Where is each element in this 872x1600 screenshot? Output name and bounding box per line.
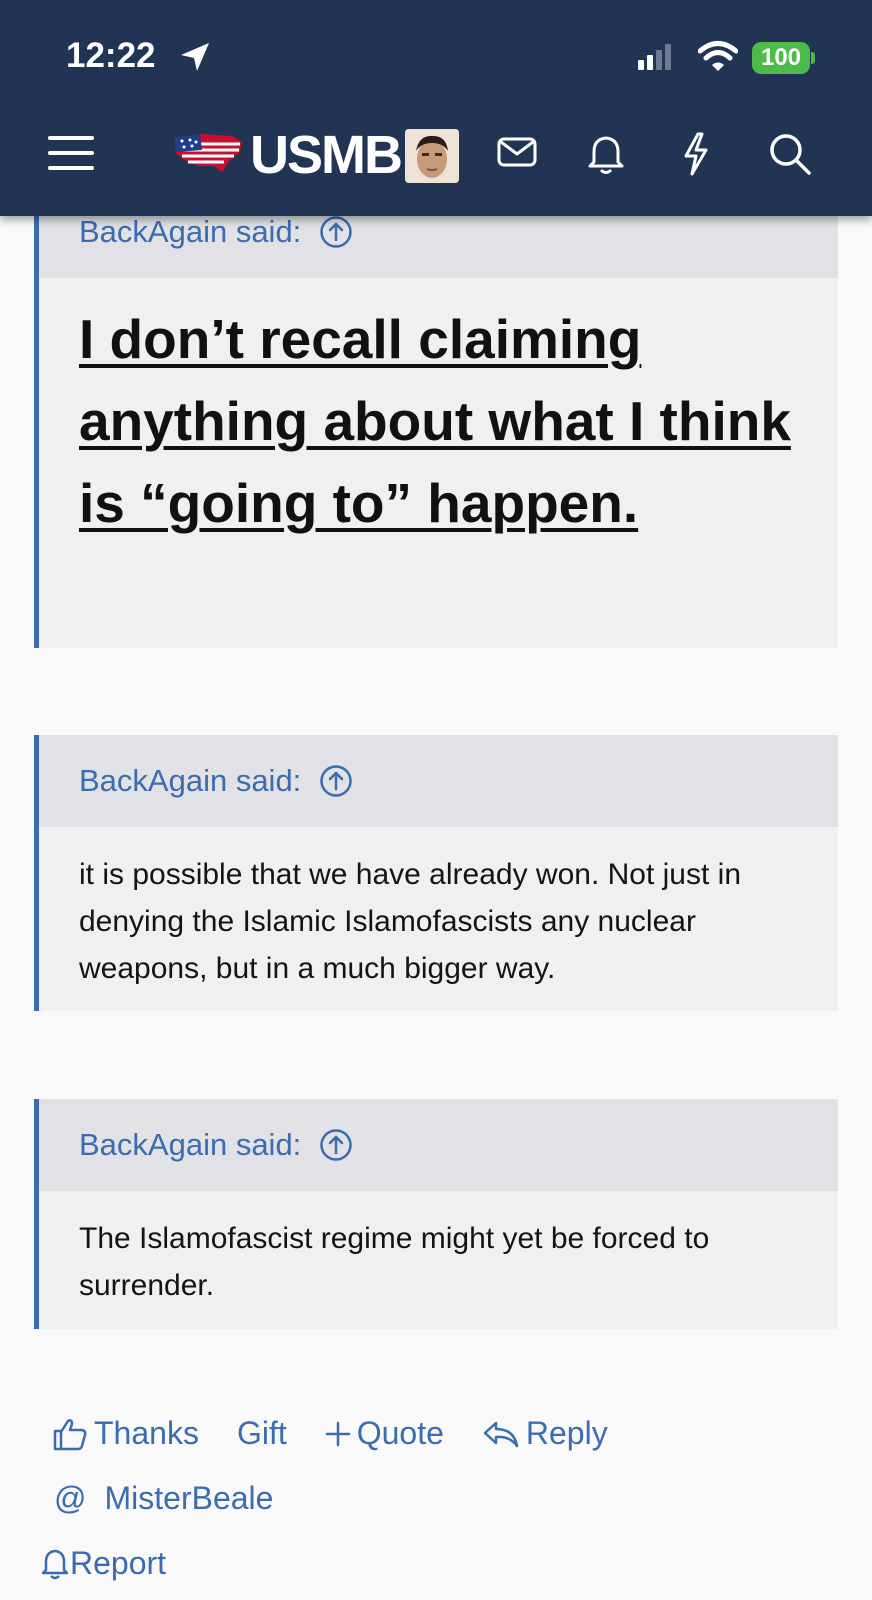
quote-body: The Islamofascist regime might yet be fo…	[39, 1191, 838, 1335]
mention-label: MisterBeale	[104, 1480, 274, 1516]
status-time: 12:22	[66, 36, 156, 75]
thanks-label: Thanks	[94, 1415, 199, 1451]
wifi-icon	[698, 41, 738, 71]
quote-header[interactable]: BackAgain said:	[39, 735, 838, 827]
quote-body: I don’t recall claiming anything about w…	[39, 278, 838, 570]
us-flag-map-icon[interactable]	[170, 128, 246, 176]
quote-text: it is possible that we have already won.…	[79, 858, 742, 985]
site-logo[interactable]: USMB	[250, 124, 403, 186]
mail-icon[interactable]	[496, 132, 538, 172]
battery-indicator: 100	[752, 42, 810, 74]
plus-icon	[325, 1421, 350, 1446]
quote-header[interactable]: BackAgain said:	[39, 1099, 838, 1191]
quote-block: BackAgain said: I don’t recall claiming …	[34, 186, 838, 648]
avatar-image	[405, 129, 459, 183]
lightning-icon[interactable]	[680, 132, 712, 176]
report-bell-icon	[41, 1549, 69, 1579]
jump-to-quote-icon[interactable]	[319, 215, 353, 249]
quote-block: BackAgain said: The Islamofascist regime…	[34, 1099, 838, 1329]
quote-author[interactable]: BackAgain said:	[79, 763, 301, 799]
post-actions: Thanks Gift Quote Reply	[52, 1415, 646, 1452]
report-button[interactable]: Report	[40, 1545, 166, 1582]
location-arrow-icon	[181, 43, 209, 71]
quote-text: The Islamofascist regime might yet be fo…	[79, 1222, 710, 1302]
gift-label: Gift	[236, 1415, 287, 1451]
report-label: Report	[70, 1545, 167, 1581]
search-icon[interactable]	[768, 132, 812, 176]
thanks-button[interactable]: Thanks	[52, 1415, 199, 1452]
user-avatar[interactable]	[405, 129, 459, 183]
reply-icon	[483, 1421, 519, 1447]
jump-to-quote-icon[interactable]	[319, 764, 353, 798]
quote-text: I don’t recall claiming anything about w…	[79, 308, 791, 534]
gift-button[interactable]: Gift	[237, 1415, 287, 1452]
jump-to-quote-icon[interactable]	[319, 1128, 353, 1162]
quote-author[interactable]: BackAgain said:	[79, 214, 301, 250]
quote-label: Quote	[356, 1415, 444, 1451]
at-sign-icon: @	[54, 1480, 87, 1516]
mention-button[interactable]: @ MisterBeale	[54, 1480, 273, 1517]
hamburger-menu-icon[interactable]	[48, 134, 94, 172]
bell-icon[interactable]	[586, 132, 626, 176]
reply-label: Reply	[525, 1415, 608, 1451]
thumbs-up-icon	[53, 1418, 87, 1450]
battery-tip	[811, 52, 815, 64]
top-header: 12:22 100 USMB	[0, 0, 872, 216]
cellular-signal-icon	[638, 44, 671, 70]
quote-author[interactable]: BackAgain said:	[79, 1127, 301, 1163]
reply-button[interactable]: Reply	[482, 1415, 608, 1452]
quote-button[interactable]: Quote	[325, 1415, 444, 1452]
quote-block: BackAgain said: it is possible that we h…	[34, 735, 838, 1011]
quote-body: it is possible that we have already won.…	[39, 827, 838, 1018]
